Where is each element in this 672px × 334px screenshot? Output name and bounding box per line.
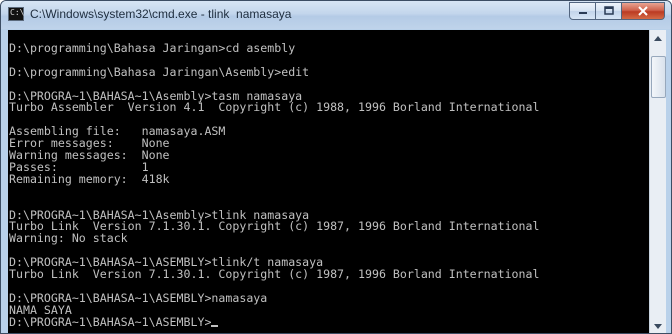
cmd-window: C:\ C:\Windows\system32\cmd.exe - tlink …: [0, 0, 672, 334]
maximize-button[interactable]: [596, 2, 622, 20]
title-bar[interactable]: C:\ C:\Windows\system32\cmd.exe - tlink …: [1, 1, 671, 29]
console-line-text: Remaining memory: 418k: [9, 171, 170, 186]
console-line: Turbo Link Version 7.1.30.1. Copyright (…: [9, 268, 539, 280]
console-line-text: D:\PROGRA~1\BAHASA~1\ASEMBLY>: [9, 314, 212, 329]
close-button[interactable]: [622, 2, 665, 20]
vertical-scrollbar[interactable]: [649, 30, 666, 333]
text-cursor: [211, 324, 219, 327]
minimize-button[interactable]: [569, 2, 596, 20]
window-title: C:\Windows\system32\cmd.exe - tlink nama…: [30, 7, 292, 21]
console-line: Warning: No stack: [9, 232, 128, 244]
arrow-down-icon: [654, 324, 662, 329]
console-line-text: D:\programming\Bahasa Jaringan\Asembly>e…: [9, 64, 310, 79]
console-line: D:\programming\Bahasa Jaringan\Asembly>e…: [9, 66, 309, 78]
console-line: Remaining memory: 418k: [9, 173, 170, 185]
scroll-down-button[interactable]: [650, 319, 666, 333]
console-output[interactable]: D:\programming\Bahasa Jaringan>cd asembl…: [8, 30, 649, 333]
window-frame-right: [666, 29, 671, 333]
arrow-up-icon: [654, 36, 662, 41]
scroll-up-button[interactable]: [650, 30, 666, 46]
maximize-icon: [603, 6, 614, 15]
scroll-thumb[interactable]: [651, 56, 666, 98]
app-icon-text: C:\: [10, 8, 25, 17]
cmd-app-icon[interactable]: C:\: [8, 7, 24, 21]
console-line-text: Warning: No stack: [9, 231, 128, 246]
console-line-text: D:\programming\Bahasa Jaringan>cd asembl…: [9, 40, 296, 55]
console-line-text: Turbo Link Version 7.1.30.1. Copyright (…: [9, 267, 540, 281]
console-line: Turbo Assembler Version 4.1 Copyright (c…: [9, 101, 539, 113]
caption-buttons: [569, 2, 665, 21]
minimize-icon: [578, 12, 587, 14]
prompt-line: D:\PROGRA~1\BAHASA~1\ASEMBLY>: [9, 314, 219, 329]
close-icon: [638, 6, 648, 16]
console-line: D:\programming\Bahasa Jaringan>cd asembl…: [9, 42, 295, 54]
console-line-text: Turbo Assembler Version 4.1 Copyright (c…: [9, 100, 540, 115]
